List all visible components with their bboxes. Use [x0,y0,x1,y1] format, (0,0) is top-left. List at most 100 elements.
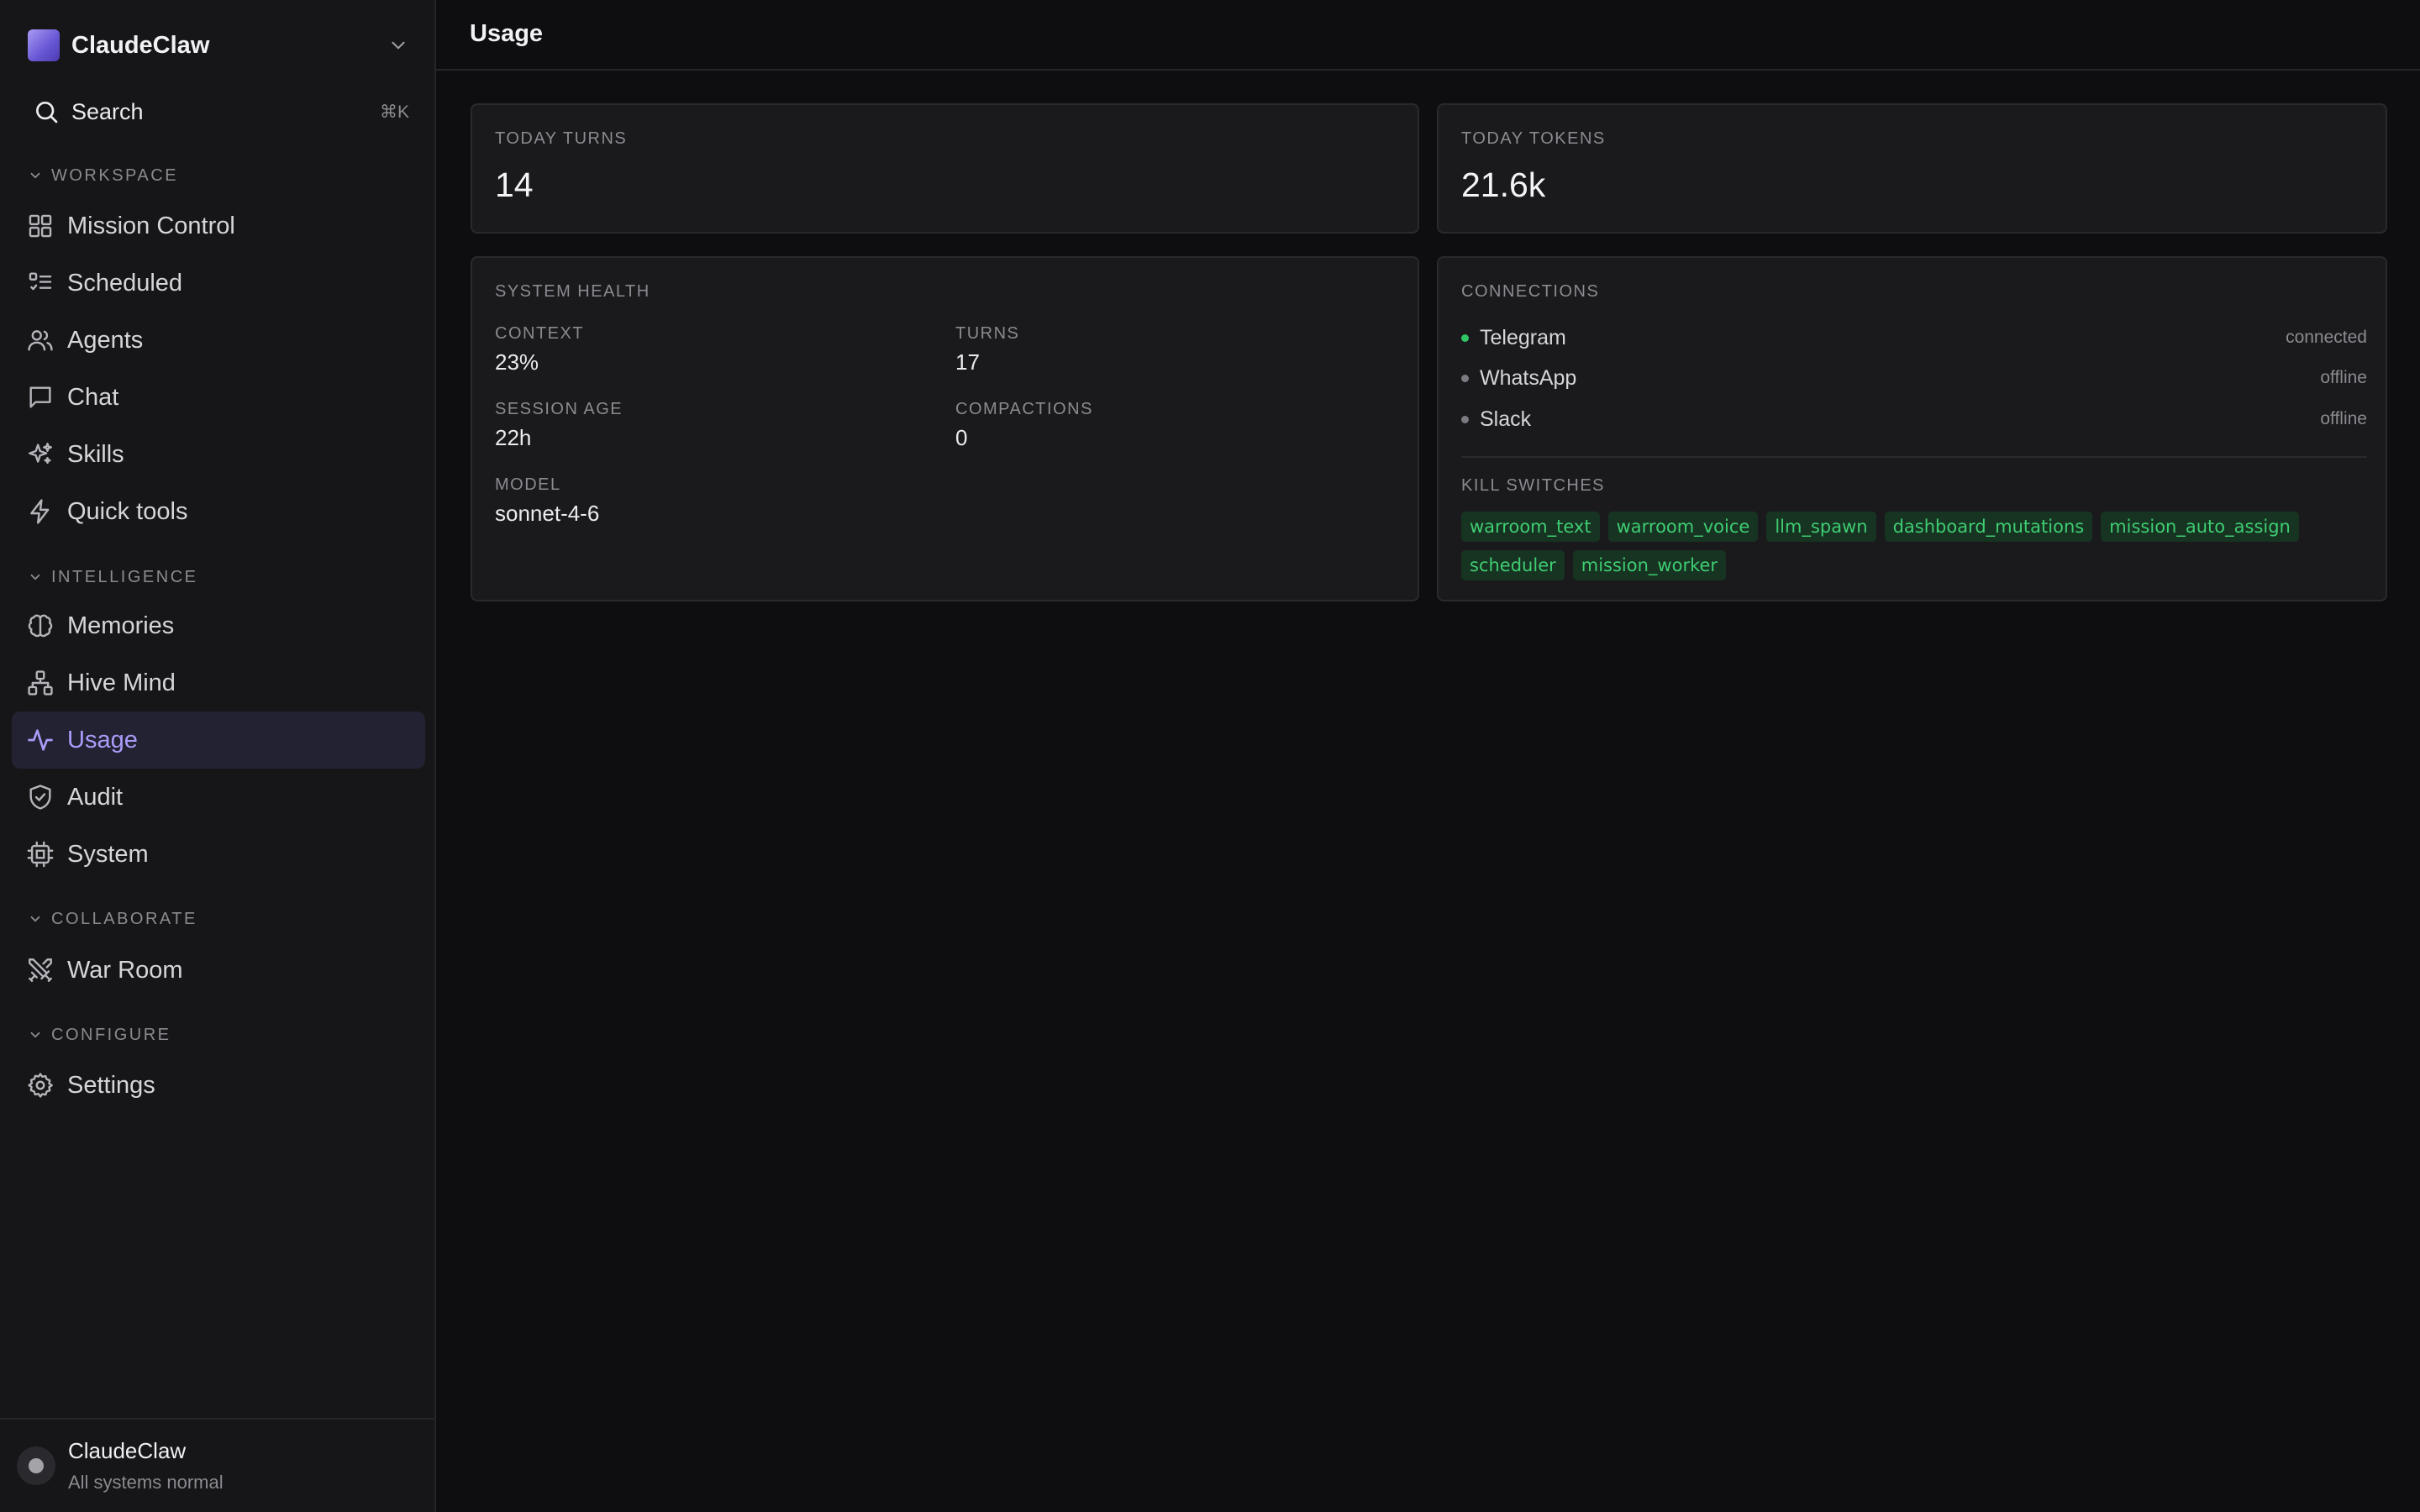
search-button[interactable]: Search ⌘K [28,96,409,128]
sidebar-item-scheduled[interactable]: Scheduled [12,255,425,312]
status-dot [29,1458,44,1473]
connection-row-whatsapp: WhatsApp offline [1461,364,2367,392]
section-label: WORKSPACE [51,165,179,185]
card-label: CONNECTIONS [1461,282,1600,301]
turns-label: TURNS [955,324,1020,343]
kill-switch-list: warroom_text warroom_voice llm_spawn das… [1461,512,2367,580]
app-window: ClaudeClaw Search ⌘K WORKSPACE Mission C… [0,0,2420,1512]
connection-name: Telegram [1480,325,1566,349]
stat-value: 21.6k [1461,165,1546,204]
connection-row-telegram: Telegram connected [1461,323,2367,352]
connection-row-slack: Slack offline [1461,405,2367,433]
sidebar-item-label: Scheduled [67,269,183,297]
chevron-down-icon [30,172,40,179]
sidebar-item-skills[interactable]: Skills [12,426,425,483]
sidebar-item-label: Usage [67,726,138,753]
session-age-label: SESSION AGE [495,400,623,418]
kill-switch-chip[interactable]: warroom_voice [1607,512,1759,542]
section-workspace[interactable]: WORKSPACE [28,163,178,188]
sidebar-item-war-room[interactable]: War Room [12,942,425,999]
status-dot [1461,333,1469,342]
workspace-switcher[interactable]: ClaudeClaw [28,29,409,62]
turns-value: 17 [955,349,980,375]
system-health-card: SYSTEM HEALTH CONTEXT 23% TURNS 17 SESSI… [471,256,1419,601]
checklist-icon [29,272,52,291]
sidebar-item-usage[interactable]: Usage [12,711,425,769]
kill-switch-chip[interactable]: scheduler [1461,550,1565,580]
sidebar-item-chat[interactable]: Chat [12,369,425,426]
kill-switch-chip[interactable]: mission_worker [1572,550,1727,580]
context-value: 23% [495,349,539,375]
kill-switch-chip[interactable]: mission_auto_assign [2101,512,2299,542]
sidebar-item-label: Audit [67,783,124,811]
divider [1461,456,2367,458]
sidebar-footer[interactable]: ClaudeClaw All systems normal [0,1418,434,1512]
sidebar-item-label: War Room [67,956,183,984]
kill-switches-label: KILL SWITCHES [1461,476,1606,495]
top-bar: Usage [436,0,2420,71]
chevron-down-icon [392,41,405,50]
sidebar-item-hive-mind[interactable]: Hive Mind [12,654,425,711]
compactions-label: COMPACTIONS [955,400,1093,418]
activity-icon [28,729,53,751]
main-content: Usage TODAY TURNS 14 TODAY TOKENS 21.6k … [436,0,2420,1512]
sidebar-item-agents[interactable]: Agents [12,312,425,369]
connection-status: connected [2286,328,2367,347]
sidebar-item-quick-tools[interactable]: Quick tools [12,483,425,540]
connection-name: Slack [1480,407,1532,431]
sidebar: ClaudeClaw Search ⌘K WORKSPACE Mission C… [0,0,436,1512]
sidebar-item-label: Memories [67,612,175,639]
brand-name: ClaudeClaw [71,31,210,59]
sidebar-item-settings[interactable]: Settings [12,1057,425,1114]
context-label: CONTEXT [495,324,585,343]
sidebar-item-audit[interactable]: Audit [12,769,425,826]
network-icon [28,670,53,696]
kill-switch-chip[interactable]: warroom_text [1461,512,1600,542]
chevron-down-icon [30,916,40,922]
sidebar-item-label: Hive Mind [67,669,176,696]
gear-icon [28,1073,53,1098]
sidebar-item-memories[interactable]: Memories [12,597,425,654]
sidebar-item-label: Mission Control [67,212,235,239]
users-icon [28,330,53,351]
kill-switch-chip[interactable]: dashboard_mutations [1884,512,2093,542]
sparkles-icon [29,443,52,465]
model-value: sonnet-4-6 [495,501,600,526]
section-label: INTELLIGENCE [51,567,198,586]
card-label: SYSTEM HEALTH [495,282,650,301]
sidebar-item-system[interactable]: System [12,826,425,883]
sidebar-item-label: System [67,840,149,868]
search-icon [36,101,58,123]
compactions-value: 0 [955,425,968,450]
kill-switch-chip[interactable]: llm_spawn [1766,512,1876,542]
brain-icon [28,614,53,638]
session-age-value: 22h [495,425,532,450]
connection-status: offline [2320,409,2367,428]
section-intelligence[interactable]: INTELLIGENCE [28,564,197,590]
sidebar-item-mission-control[interactable]: Mission Control [12,197,425,255]
sidebar-item-label: Chat [67,383,119,411]
connection-status: offline [2320,368,2367,387]
page-title: Usage [470,20,544,47]
stat-value: 14 [495,165,534,204]
sidebar-item-label: Settings [67,1071,155,1099]
avatar [17,1446,55,1485]
footer-name: ClaudeClaw [68,1438,187,1463]
sidebar-item-label: Quick tools [67,497,188,525]
section-configure[interactable]: CONFIGURE [28,1022,171,1047]
section-label: CONFIGURE [51,1025,171,1044]
today-tokens-card: TODAY TOKENS 21.6k [1437,103,2387,234]
section-label: COLLABORATE [51,909,197,928]
connection-name: WhatsApp [1480,365,1577,390]
search-shortcut: ⌘K [379,102,409,122]
grid-icon [29,214,52,238]
shield-check-icon [29,785,51,810]
card-label: TODAY TOKENS [1461,129,1606,148]
footer-status: All systems normal [68,1472,224,1493]
section-collaborate[interactable]: COLLABORATE [28,906,197,932]
status-dot [1461,415,1469,423]
crossed-swords-icon [29,958,52,982]
card-label: TODAY TURNS [495,129,628,148]
cpu-icon [27,841,54,868]
chat-bubble-icon [29,386,51,408]
